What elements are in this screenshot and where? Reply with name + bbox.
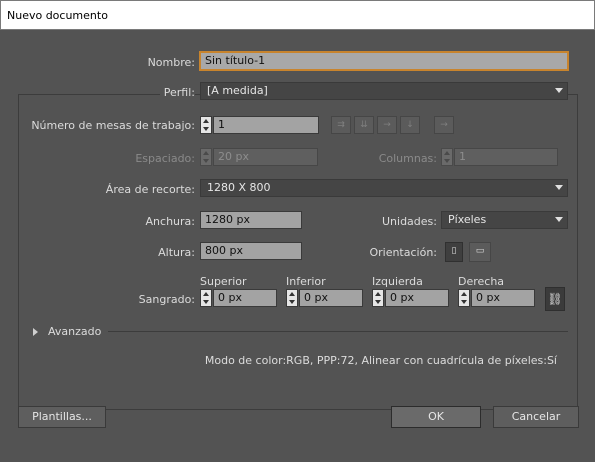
profile-select[interactable]: [A medida]: [200, 82, 568, 100]
units-select[interactable]: Píxeles: [441, 211, 568, 229]
chevron-down-icon: [555, 185, 563, 190]
templates-button[interactable]: Plantillas...: [18, 406, 106, 428]
expand-triangle-icon[interactable]: [33, 328, 38, 336]
bleed-top-header: Superior: [200, 275, 247, 288]
spacing-label: Espaciado:: [135, 152, 195, 165]
name-input[interactable]: Sin título-1: [200, 52, 568, 70]
document-summary: Modo de color:RGB, PPP:72, Alinear con c…: [204, 354, 557, 367]
advanced-toggle[interactable]: Avanzado: [48, 325, 101, 338]
spacing-stepper[interactable]: [200, 148, 212, 166]
grid-by-row-icon[interactable]: ⇉: [331, 116, 351, 134]
advanced-divider: [108, 331, 568, 332]
bleed-left-header: Izquierda: [372, 275, 423, 288]
columns-input[interactable]: 1: [454, 148, 558, 166]
profile-label: Perfil:: [159, 86, 195, 99]
units-value: Píxeles: [448, 213, 487, 226]
bleed-right-input[interactable]: 0 px: [471, 289, 535, 307]
ok-button[interactable]: OK: [391, 406, 481, 428]
window-title: Nuevo documento: [7, 9, 108, 22]
grid-by-column-icon[interactable]: ⇊: [354, 116, 374, 134]
arrange-by-row-icon[interactable]: →: [377, 116, 397, 134]
artboards-label: Número de mesas de trabajo:: [31, 119, 195, 132]
new-document-dialog: Nombre: Sin título-1 Perfil: [A medida] …: [0, 30, 595, 462]
height-label: Altura:: [158, 246, 195, 259]
columns-stepper[interactable]: [441, 148, 453, 166]
artboards-input[interactable]: 1: [213, 116, 319, 134]
layout-direction-icon[interactable]: →: [434, 116, 454, 134]
landscape-icon[interactable]: ▭: [469, 242, 491, 262]
profile-value: [A medida]: [207, 84, 268, 97]
name-label: Nombre:: [147, 56, 195, 69]
spacing-input[interactable]: 20 px: [213, 148, 318, 166]
portrait-icon[interactable]: ▯: [445, 242, 463, 262]
chevron-down-icon: [555, 217, 563, 222]
units-label: Unidades:: [382, 215, 437, 228]
crop-area-label: Área de recorte:: [105, 183, 195, 196]
width-label: Anchura:: [145, 215, 195, 228]
bleed-left-stepper[interactable]: [372, 289, 384, 307]
bleed-top-stepper[interactable]: [200, 289, 212, 307]
bleed-top-input[interactable]: 0 px: [213, 289, 277, 307]
height-input[interactable]: 800 px: [200, 242, 302, 260]
arrange-by-column-icon[interactable]: ↓: [400, 116, 420, 134]
bleed-left-input[interactable]: 0 px: [385, 289, 449, 307]
bleed-bottom-header: Inferior: [286, 275, 326, 288]
crop-area-value: 1280 X 800: [207, 181, 271, 194]
bleed-right-stepper[interactable]: [458, 289, 470, 307]
artboards-stepper[interactable]: [200, 116, 212, 134]
chevron-down-icon: [555, 88, 563, 93]
bleed-bottom-stepper[interactable]: [286, 289, 298, 307]
bleed-bottom-input[interactable]: 0 px: [299, 289, 363, 307]
link-icon[interactable]: ⛓: [545, 287, 565, 311]
columns-label: Columnas:: [378, 152, 437, 165]
width-input[interactable]: 1280 px: [200, 211, 302, 229]
bleed-label: Sangrado:: [138, 293, 195, 306]
cancel-button[interactable]: Cancelar: [493, 406, 579, 428]
window-titlebar: Nuevo documento: [0, 0, 595, 30]
bleed-right-header: Derecha: [458, 275, 505, 288]
crop-area-select[interactable]: 1280 X 800: [200, 179, 568, 197]
orientation-label: Orientación:: [369, 246, 437, 259]
